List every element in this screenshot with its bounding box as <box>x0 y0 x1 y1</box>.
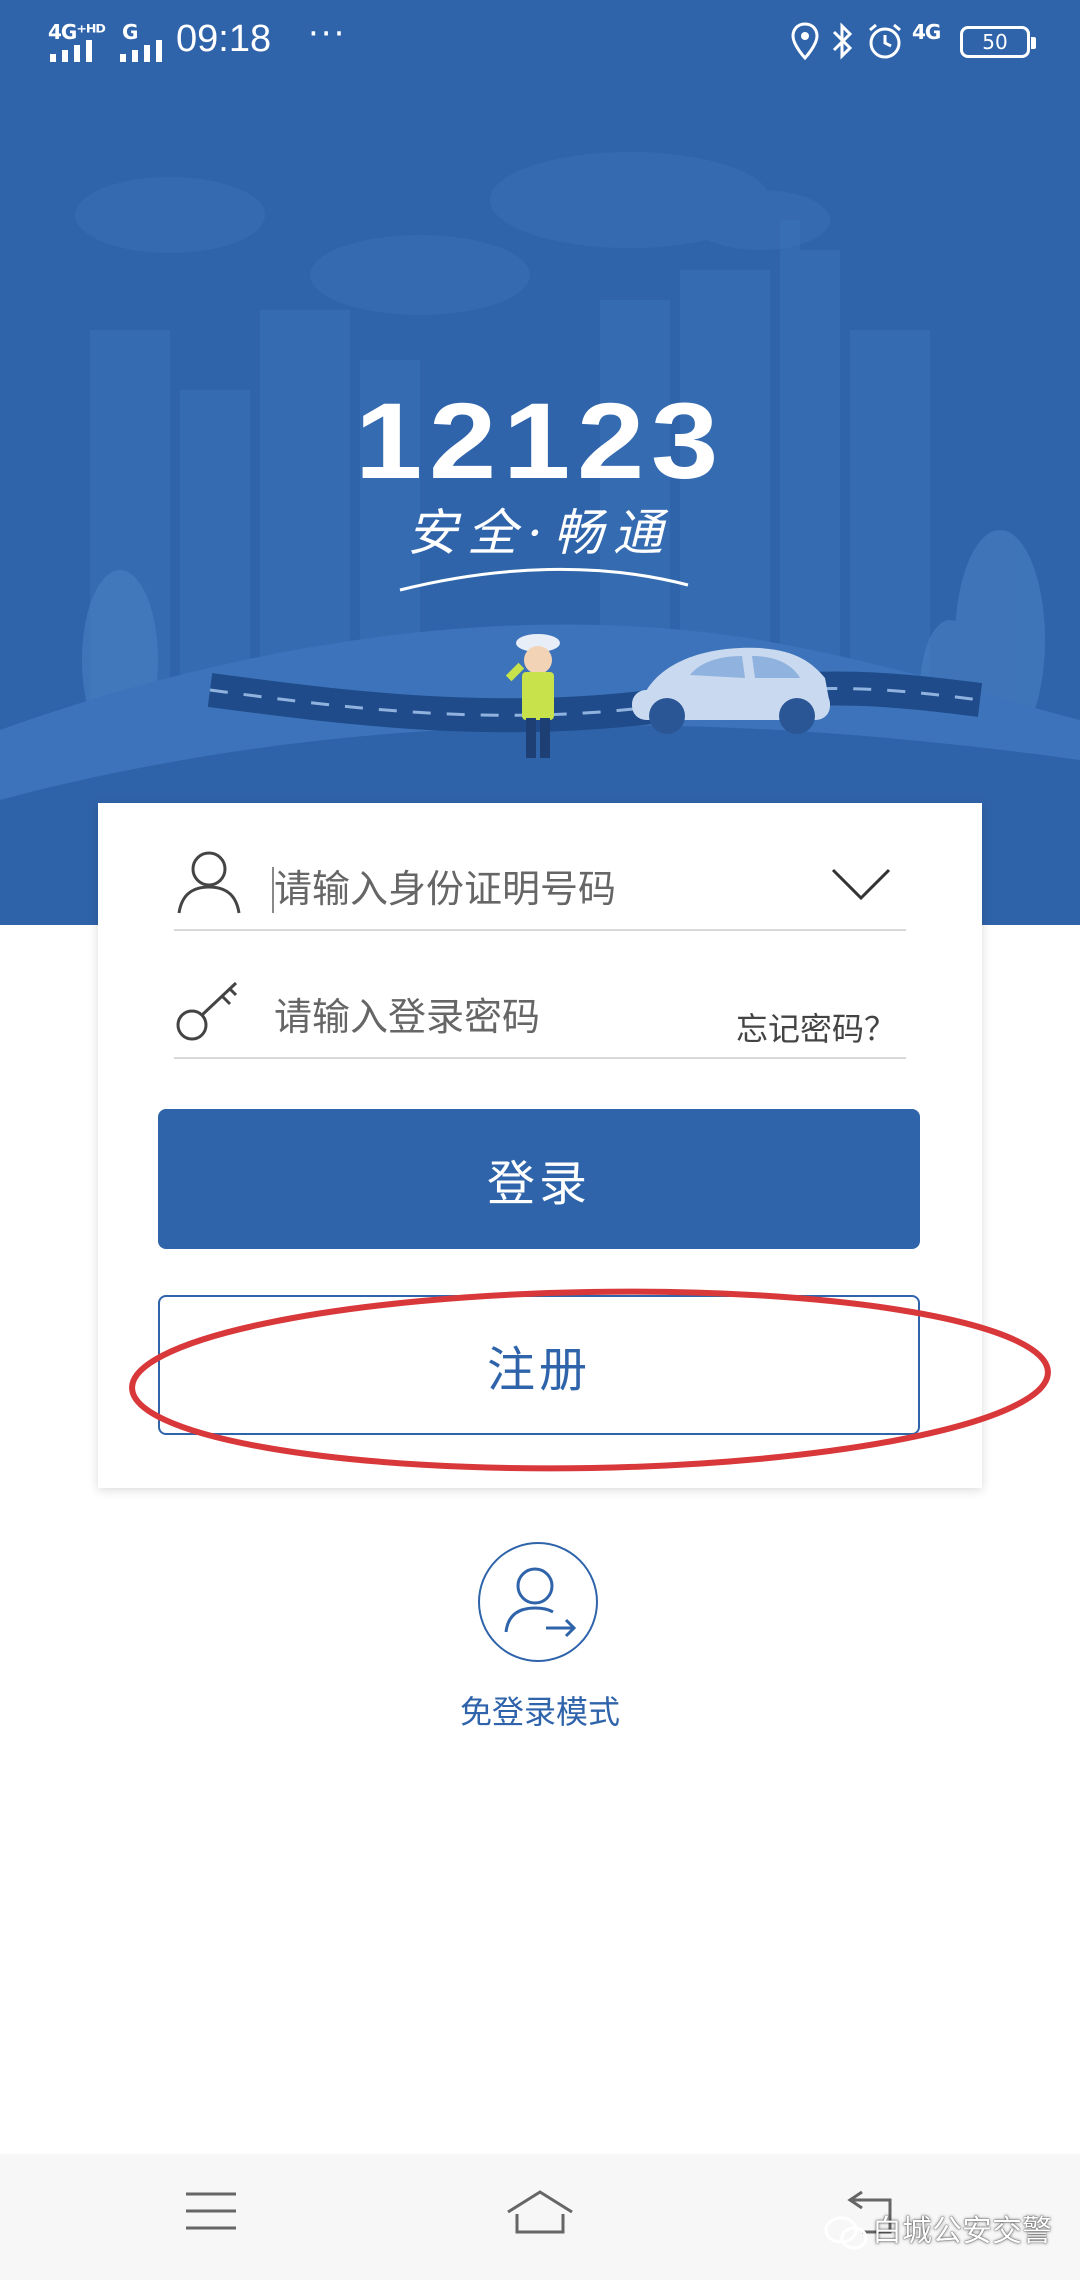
location-icon <box>791 22 819 60</box>
login-button[interactable]: 登录 <box>158 1109 920 1249</box>
status-bar: 4G⁺ᴴᴰ G 09:18 ··· 4G 50 <box>0 0 1080 90</box>
watermark: 白城公安交警 <box>824 2206 1052 2251</box>
guest-user-icon <box>504 1567 577 1638</box>
watermark-text: 白城公安交警 <box>872 2214 1052 2249</box>
password-input[interactable] <box>274 989 694 1045</box>
menu-icon[interactable] <box>184 2188 238 2234</box>
guest-mode-button[interactable]: 免登录模式 <box>440 1542 640 1732</box>
user-icon <box>177 851 241 914</box>
more-notifications-icon: ··· <box>308 14 347 54</box>
alarm-icon <box>869 23 901 59</box>
chevron-down-icon[interactable] <box>830 867 892 903</box>
hero-banner: 12123 安全·畅通 4G⁺ᴴᴰ G 09:18 ··· 4G 50 <box>0 0 1080 925</box>
forgot-password-link[interactable]: 忘记密码？ <box>736 1004 896 1050</box>
password-field[interactable]: 忘记密码？ <box>174 931 906 1059</box>
app-logo: 12123 <box>355 380 725 501</box>
home-icon[interactable] <box>505 2188 575 2238</box>
id-number-input[interactable] <box>274 861 794 917</box>
battery-icon: 50 <box>960 26 1036 58</box>
register-button[interactable]: 注册 <box>158 1295 920 1435</box>
key-icon <box>176 981 238 1041</box>
login-card: 忘记密码？ 登录 注册 <box>98 803 982 1488</box>
app-slogan: 安全·畅通 <box>407 504 673 562</box>
signal-icon <box>50 40 92 62</box>
network-4g-right-label: 4G <box>912 20 941 44</box>
id-number-field[interactable] <box>174 803 906 931</box>
signal-icon-2 <box>120 40 162 62</box>
bluetooth-icon <box>832 22 853 60</box>
guest-mode-label: 免登录模式 <box>459 1693 620 1731</box>
status-time: 09:18 <box>176 18 272 60</box>
wechat-icon <box>824 2216 868 2249</box>
guest-mode-circle <box>478 1542 598 1662</box>
